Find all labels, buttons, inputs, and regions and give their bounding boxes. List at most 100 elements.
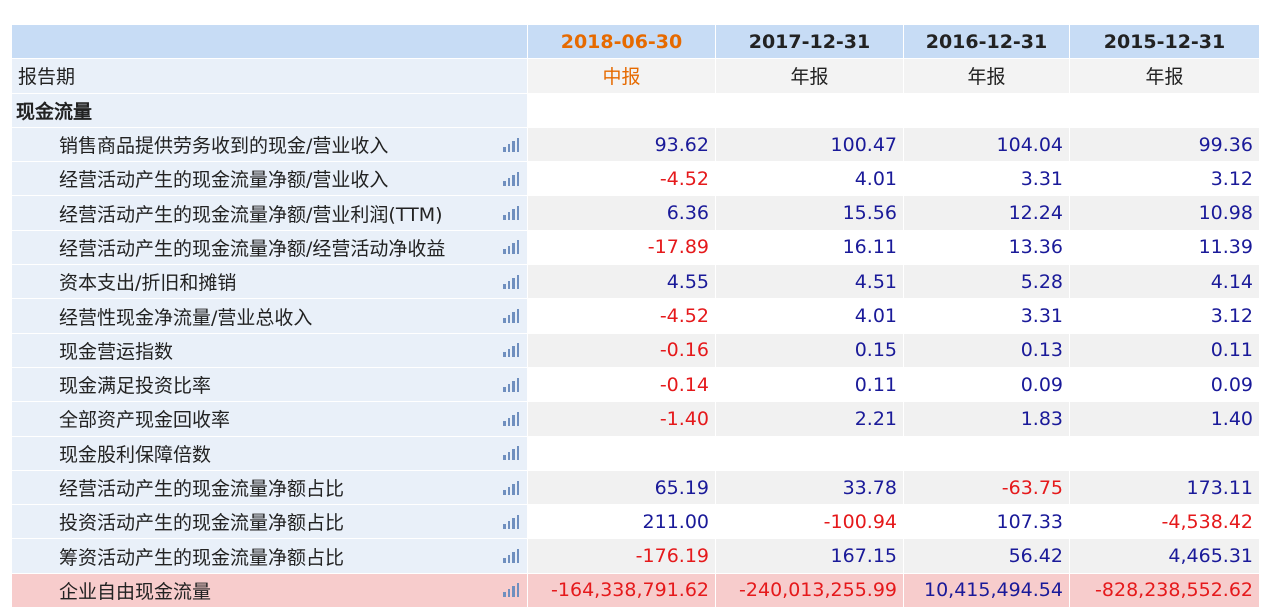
row-label-cell: 投资活动产生的现金流量净额占比 [12, 505, 528, 540]
value-cell: 93.62 [528, 127, 716, 163]
bar-chart-icon[interactable] [503, 274, 519, 289]
row-label-cell: 企业自由现金流量 [12, 573, 528, 609]
value-cell: 104.04 [904, 127, 1070, 163]
section-empty-cell [1070, 93, 1260, 128]
table-row: 经营活动产生的现金流量净额占比 65.19 33.78 -63.75 173.11 [12, 470, 1260, 506]
section-title: 现金流量 [12, 93, 528, 128]
table-row: 经营活动产生的现金流量净额/营业利润(TTM) 6.36 15.56 12.24 10.… [12, 196, 1260, 231]
value-cell: -4.52 [528, 162, 716, 197]
bar-chart-icon[interactable] [503, 549, 519, 564]
table-row: 现金满足投资比率 -0.14 0.11 0.09 0.09 [12, 367, 1260, 403]
bar-chart-icon[interactable] [503, 137, 519, 152]
value-cell: -100.94 [716, 505, 904, 540]
value-cell: -4.52 [528, 299, 716, 334]
row-label-cell: 全部资产现金回收率 [12, 402, 528, 437]
row-label-wrap: 企业自由现金流量 [12, 577, 527, 604]
section-empty-cell [528, 93, 716, 128]
value-cell: 211.00 [528, 505, 716, 540]
value-cell: 4,465.31 [1070, 539, 1260, 574]
section-empty-cell [716, 93, 904, 128]
value-cell: -164,338,791.62 [528, 573, 716, 609]
row-label-cell: 现金满足投资比率 [12, 367, 528, 403]
table-row: 企业自由现金流量 -164,338,791.62 -240,013,255.99 10… [12, 573, 1260, 609]
value-cell [716, 436, 904, 471]
value-cell: 10.98 [1070, 196, 1260, 231]
bar-chart-icon[interactable] [503, 583, 519, 598]
value-cell: 33.78 [716, 470, 904, 506]
value-cell: 10,415,494.54 [904, 573, 1070, 609]
value-cell: 4.14 [1070, 265, 1260, 300]
value-cell: 6.36 [528, 196, 716, 231]
row-label: 现金股利保障倍数 [59, 443, 212, 466]
period-header-2016-12-31[interactable]: 2016-12-31 [904, 25, 1070, 60]
value-cell: 11.39 [1070, 230, 1260, 266]
row-label-cell: 销售商品提供劳务收到的现金/营业收入 [12, 127, 528, 163]
row-label-cell: 经营活动产生的现金流量净额/营业收入 [12, 162, 528, 197]
value-cell: 15.56 [716, 196, 904, 231]
bar-chart-icon[interactable] [503, 309, 519, 324]
report-type-value: 年报 [904, 59, 1070, 94]
table-row: 资本支出/折旧和摊销 4.55 4.51 5.28 4.14 [12, 265, 1260, 300]
row-label: 现金满足投资比率 [59, 375, 212, 398]
table-row: 全部资产现金回收率 -1.40 2.21 1.83 1.40 [12, 402, 1260, 437]
report-type-label: 报告期 [12, 59, 528, 94]
bar-chart-icon[interactable] [503, 343, 519, 358]
value-cell: 4.01 [716, 299, 904, 334]
value-cell: 3.12 [1070, 162, 1260, 197]
value-cell: -0.16 [528, 333, 716, 368]
section-empty-cell [904, 93, 1070, 128]
period-header-2018-06-30[interactable]: 2018-06-30 [528, 25, 716, 60]
value-cell: 173.11 [1070, 470, 1260, 506]
value-cell: -240,013,255.99 [716, 573, 904, 609]
row-label-wrap: 现金营运指数 [12, 337, 527, 364]
table-row: 销售商品提供劳务收到的现金/营业收入 93.62 100.47 104.04 99.36 [12, 127, 1260, 163]
bar-chart-icon[interactable] [503, 480, 519, 495]
value-cell: 12.24 [904, 196, 1070, 231]
table-row: 现金营运指数 -0.16 0.15 0.13 0.11 [12, 333, 1260, 368]
value-cell: -63.75 [904, 470, 1070, 506]
bar-chart-icon[interactable] [503, 377, 519, 392]
row-label: 资本支出/折旧和摊销 [59, 272, 237, 295]
row-label-wrap: 筹资活动产生的现金流量净额占比 [12, 543, 527, 570]
row-label-wrap: 全部资产现金回收率 [12, 405, 527, 432]
row-label-cell: 资本支出/折旧和摊销 [12, 265, 528, 300]
row-label-cell: 经营活动产生的现金流量净额/营业利润(TTM) [12, 196, 528, 231]
row-label: 销售商品提供劳务收到的现金/营业收入 [59, 135, 389, 158]
data-rows: 销售商品提供劳务收到的现金/营业收入 93.62 100.47 104.04 99.36… [12, 127, 1260, 609]
value-cell [528, 436, 716, 471]
value-cell: 99.36 [1070, 127, 1260, 163]
bar-chart-icon[interactable] [503, 240, 519, 255]
value-cell: 2.21 [716, 402, 904, 437]
value-cell: 5.28 [904, 265, 1070, 300]
value-cell: -17.89 [528, 230, 716, 266]
row-label: 经营活动产生的现金流量净额/经营活动净收益 [59, 237, 446, 260]
bar-chart-icon[interactable] [503, 514, 519, 529]
value-cell: 4.51 [716, 265, 904, 300]
report-type-row: 报告期 中报 年报 年报 年报 [12, 59, 1260, 94]
period-header-2015-12-31[interactable]: 2015-12-31 [1070, 25, 1260, 60]
cash-flow-table: 2018-06-30 2017-12-31 2016-12-31 2015-12… [12, 25, 1260, 609]
value-cell: -0.14 [528, 367, 716, 403]
row-label-wrap: 经营活动产生的现金流量净额占比 [12, 474, 527, 501]
row-label-wrap: 现金满足投资比率 [12, 371, 527, 398]
value-cell: 0.11 [1070, 333, 1260, 368]
bar-chart-icon[interactable] [503, 411, 519, 426]
row-label-cell: 经营活动产生的现金流量净额占比 [12, 470, 528, 506]
row-label: 经营性现金净流量/营业总收入 [59, 306, 313, 329]
table-row: 经营性现金净流量/营业总收入 -4.52 4.01 3.31 3.12 [12, 299, 1260, 334]
row-label-wrap: 投资活动产生的现金流量净额占比 [12, 508, 527, 535]
bar-chart-icon[interactable] [503, 206, 519, 221]
value-cell [1070, 436, 1260, 471]
row-label: 全部资产现金回收率 [59, 409, 231, 432]
value-cell: 65.19 [528, 470, 716, 506]
report-type-value: 中报 [528, 59, 716, 94]
period-header-2017-12-31[interactable]: 2017-12-31 [716, 25, 904, 60]
value-cell: 0.15 [716, 333, 904, 368]
bar-chart-icon[interactable] [503, 446, 519, 461]
bar-chart-icon[interactable] [503, 171, 519, 186]
row-label-cell: 经营活动产生的现金流量净额/经营活动净收益 [12, 230, 528, 266]
row-label-wrap: 现金股利保障倍数 [12, 440, 527, 467]
row-label-wrap: 销售商品提供劳务收到的现金/营业收入 [12, 131, 527, 158]
value-cell: 4.01 [716, 162, 904, 197]
row-label: 投资活动产生的现金流量净额占比 [59, 512, 345, 535]
